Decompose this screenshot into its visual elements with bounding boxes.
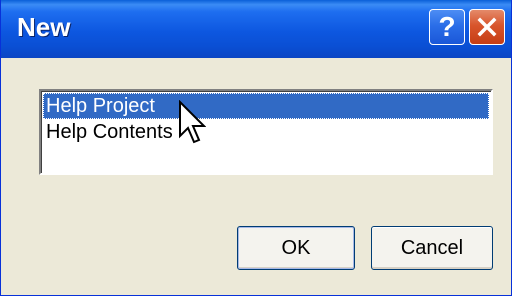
list-item[interactable]: Help Contents — [43, 119, 489, 145]
help-button[interactable]: ? — [429, 9, 465, 45]
question-mark-icon: ? — [438, 11, 456, 42]
title-bar[interactable]: New ? — [1, 0, 511, 58]
cancel-button[interactable]: Cancel — [371, 226, 493, 270]
mouse-pointer-icon — [179, 100, 206, 144]
new-dialog: New ? Help Project Help Contents OK Canc… — [0, 0, 512, 296]
ok-button[interactable]: OK — [237, 226, 355, 270]
dialog-title: New — [17, 12, 71, 42]
template-listbox[interactable]: Help Project Help Contents — [39, 89, 493, 175]
list-item[interactable]: Help Project — [43, 93, 489, 119]
close-icon — [477, 17, 497, 37]
close-button[interactable] — [469, 9, 505, 45]
